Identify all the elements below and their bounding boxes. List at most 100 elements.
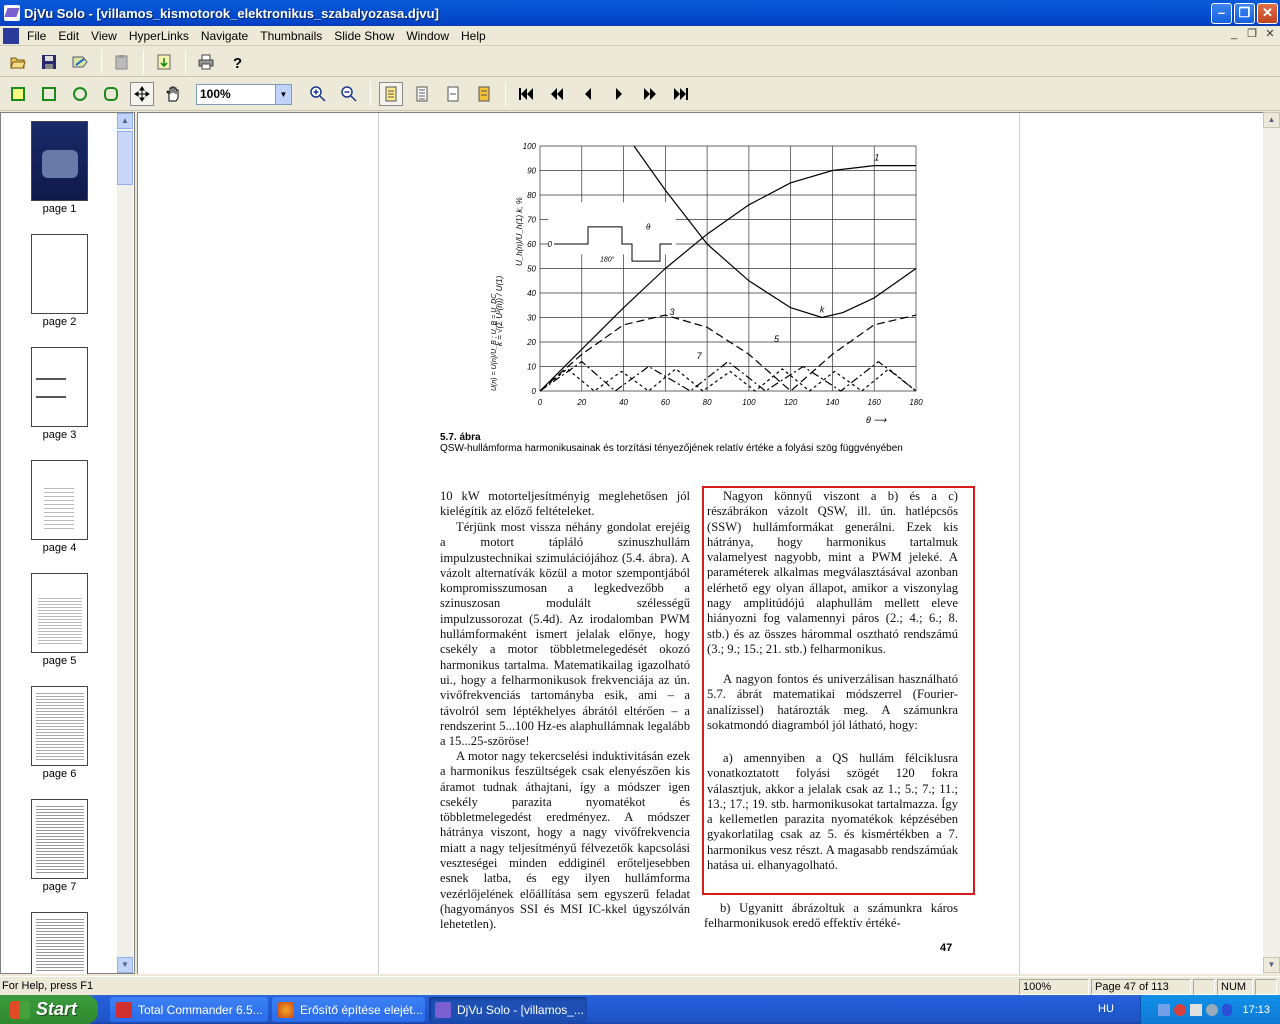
fit-page-button[interactable] [472,82,496,106]
x-axis-label: θ ⟶ [866,415,887,425]
menu-help[interactable]: Help [455,27,492,45]
restore-button[interactable]: ❐ [1234,3,1255,24]
y-tick-label: 70 [527,216,536,225]
thumbnail-page-7[interactable] [31,799,88,879]
app-icon[interactable] [4,5,20,21]
thumbnail-page-4[interactable] [31,460,88,540]
single-page-button[interactable] [379,82,403,106]
export-button[interactable] [152,50,176,74]
select-region-button[interactable] [37,82,61,106]
fast-forward-icon [644,88,656,100]
clipboard-icon [115,54,128,69]
y-tick-label: 30 [527,314,536,323]
minimize-button[interactable]: – [1211,3,1232,24]
chevron-down-icon[interactable]: ▼ [275,84,291,104]
menu-slide-show[interactable]: Slide Show [328,27,400,45]
next-page-button[interactable] [607,82,631,106]
thumbnail-scrollbar[interactable]: ▲ ▼ [117,113,133,973]
menu-file[interactable]: File [21,27,52,45]
continuous-page-button[interactable] [410,82,434,106]
menu-hyperlinks[interactable]: HyperLinks [123,27,195,45]
x-tick-label: 40 [619,398,628,407]
select-ellipse-button[interactable] [68,82,92,106]
start-button[interactable]: Start [0,995,98,1024]
next-screen-button[interactable] [638,82,662,106]
zoom-value: 100% [200,87,231,101]
scroll-up-button[interactable]: ▲ [1263,112,1280,128]
pan-button[interactable] [130,82,154,106]
right-paragraph-1: Nagyon könnyű viszont a b) és a c) részá… [707,489,958,656]
task-total-commander[interactable]: Total Commander 6.5... [110,997,268,1022]
last-page-button[interactable] [669,82,693,106]
close-button[interactable]: ✕ [1257,3,1278,24]
right-paragraph-3: a) amennyiben a QS hullám félciklusra vo… [707,751,958,873]
prev-page-button[interactable] [576,82,600,106]
thumbnail-label: page 2 [42,316,77,328]
select-lasso-button[interactable] [99,82,123,106]
hand-tool-button[interactable] [161,82,185,106]
mdi-minimize-button[interactable]: _ [1226,28,1242,42]
thumbnail-page-2[interactable] [31,234,88,314]
paste-button[interactable] [110,50,134,74]
series-line-3 [539,314,917,392]
series-line-1 [539,165,916,392]
language-indicator[interactable]: HU [1098,1003,1114,1015]
y-tick-label: 10 [527,363,536,372]
task-djvu-solo[interactable]: DjVu Solo - [villamos_... [429,997,587,1022]
scroll-down-button[interactable]: ▼ [117,957,133,973]
scroll-thumb[interactable] [117,131,133,185]
page-number: 47 [940,942,953,954]
thumbnail-text-block [36,804,84,874]
thumbnail-page-6[interactable] [31,686,88,766]
scroll-up-button[interactable]: ▲ [117,113,133,129]
menu-navigate[interactable]: Navigate [195,27,254,45]
mdi-restore-button[interactable]: ❐ [1244,28,1260,42]
menu-window[interactable]: Window [400,27,455,45]
thumbnail-page-1[interactable] [31,121,88,201]
thumbnail-label: page 1 [42,203,77,215]
document-scrollbar[interactable]: ▲ ▼ [1263,112,1280,974]
menu-view[interactable]: View [85,27,123,45]
left-paragraph-1: 10 kW motorteljesítményig meglehetősen j… [440,489,690,519]
help-button[interactable]: ? [225,50,249,74]
task-firefox[interactable]: Erősítő építése elejét... [272,997,425,1022]
fit-width-button[interactable] [441,82,465,106]
open-button[interactable] [6,50,30,74]
document-icon[interactable] [3,27,19,44]
scroll-down-button[interactable]: ▼ [1263,957,1280,973]
toolbar-separator [370,82,371,106]
y-tick-label: 60 [527,240,536,249]
tray-app-icon[interactable] [1206,1003,1219,1016]
first-page-button[interactable] [514,82,538,106]
x-tick-label: 20 [576,398,586,407]
thumbnail-label: page 6 [42,768,77,780]
save-button[interactable] [37,50,61,74]
thumbnail-pane[interactable]: page 1 page 2 page 3 page 4 page 5 page … [0,112,135,974]
prev-screen-button[interactable] [545,82,569,106]
start-label: Start [36,999,78,1019]
thumbnail-page-3[interactable] [31,347,88,427]
fast-back-icon [551,88,563,100]
select-rect-button[interactable] [6,82,30,106]
bluetooth-icon[interactable] [1222,1003,1233,1016]
inset-180-label: 180° [600,256,615,264]
thumbnail-page-8[interactable] [31,912,88,974]
mdi-close-button[interactable]: ✕ [1262,28,1278,42]
menu-edit[interactable]: Edit [52,27,85,45]
y-tick-label: 20 [526,338,536,347]
network-icon[interactable] [1158,1003,1171,1016]
menu-thumbnails[interactable]: Thumbnails [254,27,328,45]
zoom-in-button[interactable] [306,82,330,106]
move-arrows-icon [134,86,150,102]
security-shield-icon[interactable] [1174,1003,1187,1016]
thumbnail-text-block [36,917,84,972]
zoom-out-button[interactable] [337,82,361,106]
main-toolbar: ? [0,47,1280,77]
thumbnail-label: page 3 [42,429,77,441]
volume-icon[interactable] [1190,1003,1203,1016]
send-button[interactable] [68,50,92,74]
thumbnail-page-5[interactable] [31,573,88,653]
forward-arrow-icon [616,88,622,100]
print-button[interactable] [194,50,218,74]
zoom-select[interactable]: 100% ▼ [196,83,292,105]
